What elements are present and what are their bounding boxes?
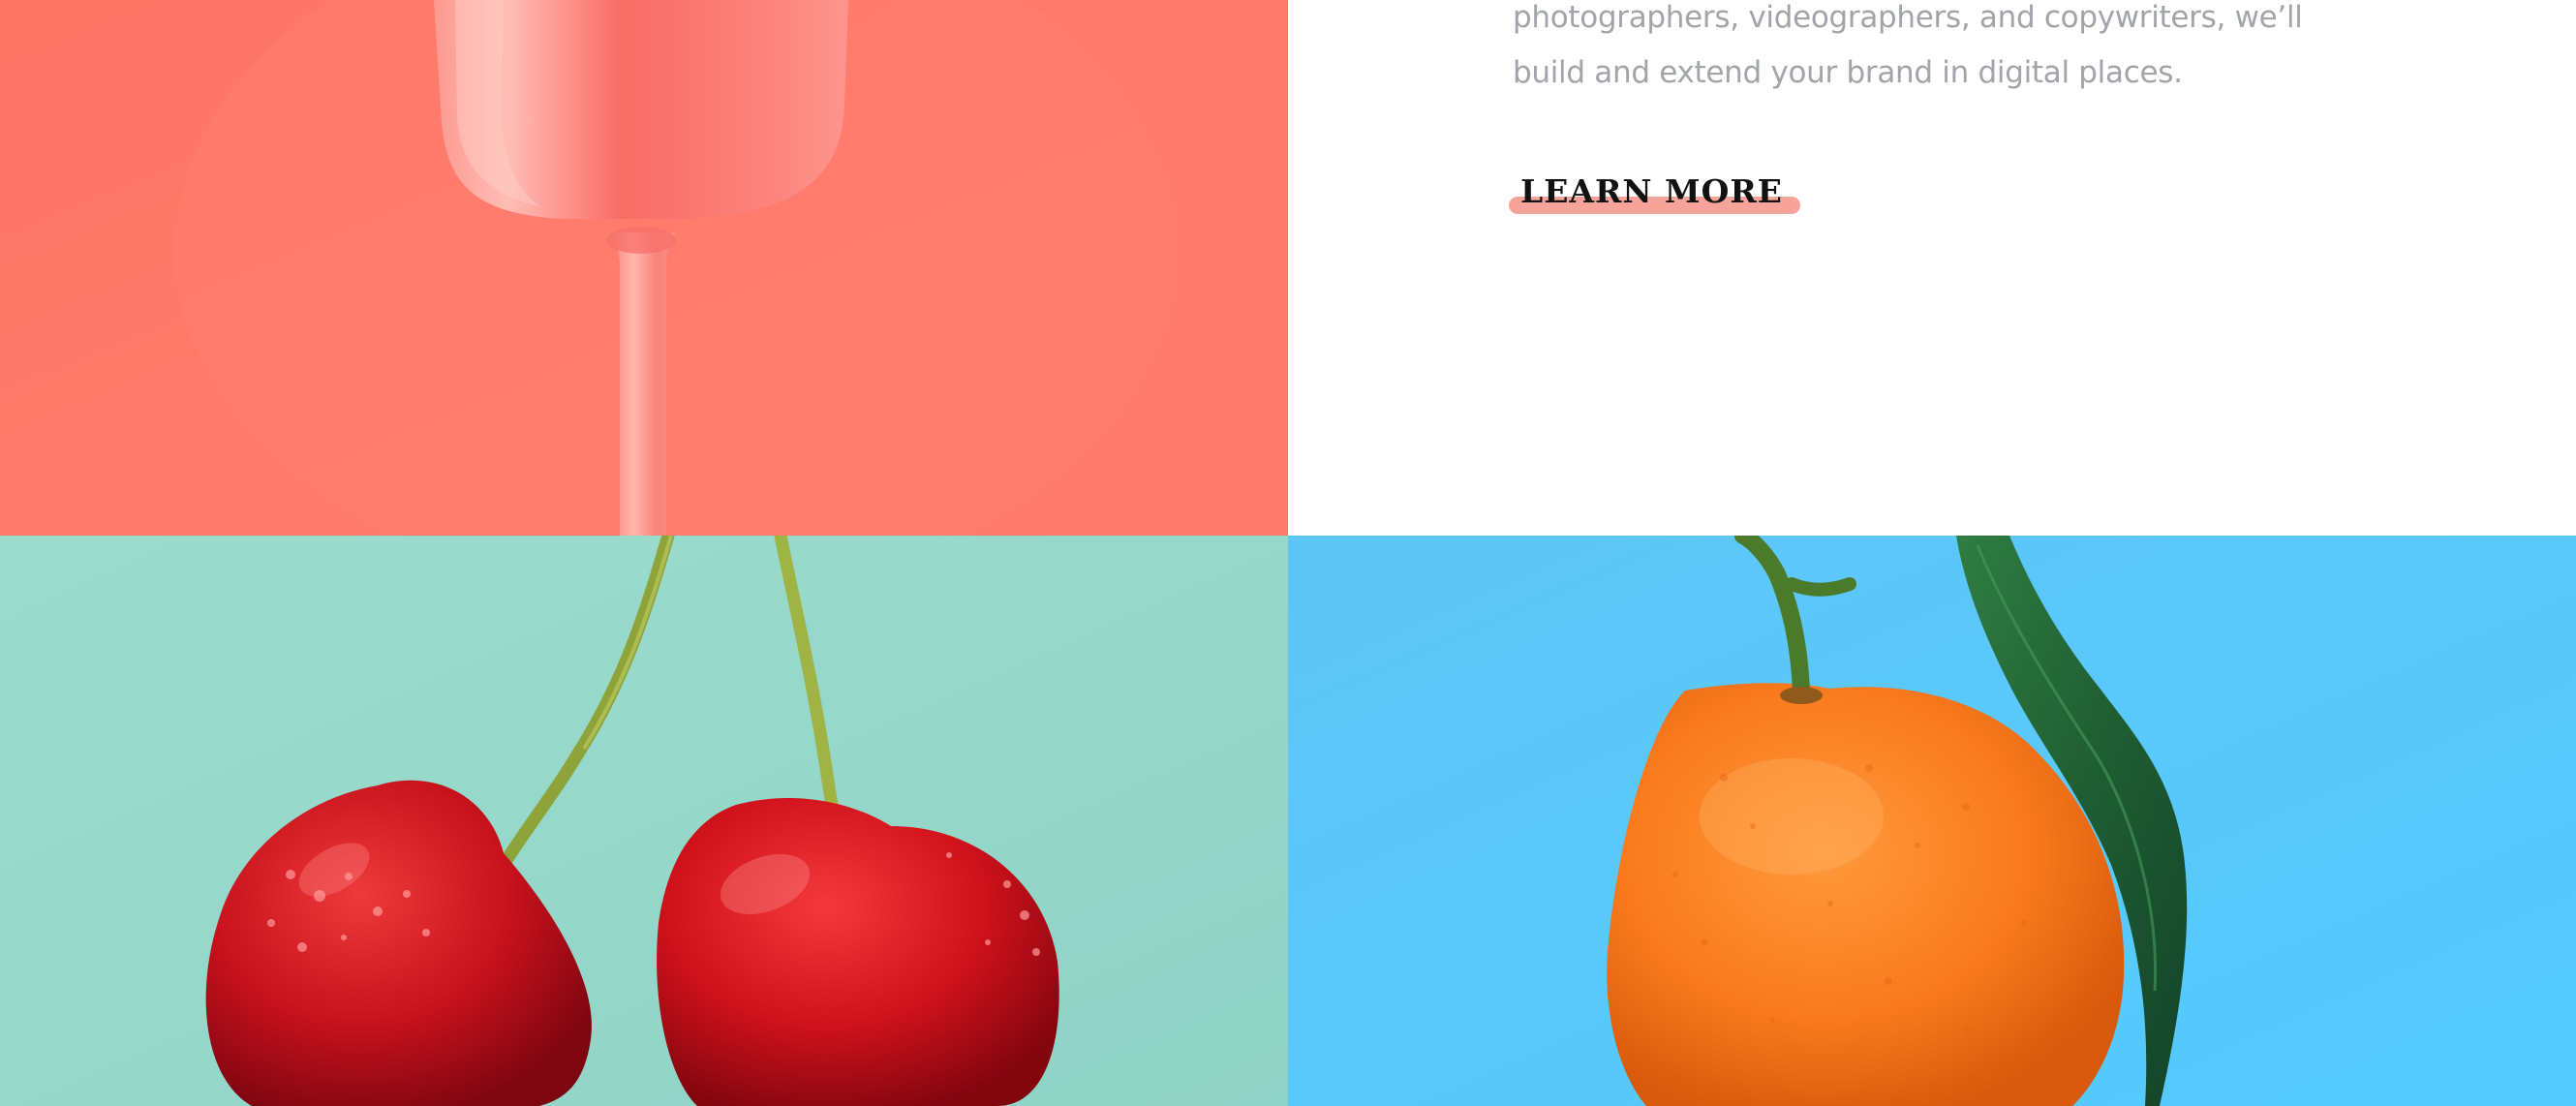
learn-more-label: LEARN MORE [1520, 172, 1783, 210]
learn-more-link[interactable]: LEARN MORE [1509, 172, 1800, 214]
intro-text-panel: photographers, videographers, and copywr… [1288, 0, 2576, 536]
orange-photo [1288, 536, 2576, 1106]
intro-paragraph-line-2: build and extend your brand in digital p… [1513, 55, 2183, 90]
portfolio-grid: photographers, videographers, and copywr… [0, 0, 2576, 1106]
intro-paragraph-line-1: photographers, videographers, and copywr… [1513, 0, 2303, 35]
glass-photo-tile [0, 0, 1288, 536]
cherries-photo [0, 536, 1288, 1106]
intro-paragraph: photographers, videographers, and copywr… [1513, 0, 2384, 101]
glass-photo [0, 0, 1288, 536]
orange-photo-tile [1288, 536, 2576, 1106]
cherries-photo-tile [0, 536, 1288, 1106]
